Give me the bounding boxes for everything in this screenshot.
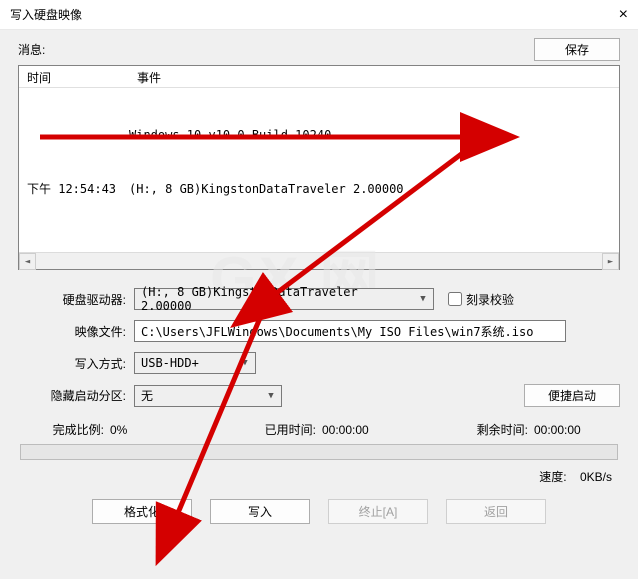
- chevron-down-icon: ▼: [235, 353, 255, 373]
- save-button[interactable]: 保存: [534, 38, 620, 61]
- speed-label: 速度:: [539, 470, 566, 484]
- col-event-header: 事件: [129, 66, 169, 87]
- hidden-boot-label: 隐藏启动分区:: [18, 387, 134, 404]
- format-button[interactable]: 格式化: [92, 499, 192, 524]
- col-time-header: 时间: [19, 66, 129, 87]
- write-button[interactable]: 写入: [210, 499, 310, 524]
- drive-label: 硬盘驱动器:: [18, 291, 134, 308]
- scroll-left-icon[interactable]: ◄: [19, 253, 36, 270]
- abort-button[interactable]: 终止[A]: [328, 499, 428, 524]
- quick-boot-button[interactable]: 便捷启动: [524, 384, 620, 407]
- message-log: 时间 事件 Windows 10 v10.0 Build 10240 下午 12…: [18, 65, 620, 270]
- chevron-down-icon: ▼: [413, 289, 433, 309]
- remain-value: 00:00:00: [534, 423, 581, 437]
- elapsed-label: 已用时间:: [230, 421, 322, 438]
- drive-select[interactable]: (H:, 8 GB)KingstonDataTraveler 2.00000 ▼: [134, 288, 434, 310]
- write-mode-label: 写入方式:: [18, 355, 134, 372]
- scroll-right-icon[interactable]: ►: [602, 253, 619, 270]
- remain-label: 剩余时间:: [442, 421, 534, 438]
- window-title: 写入硬盘映像: [10, 0, 82, 30]
- close-icon[interactable]: ×: [588, 0, 628, 30]
- write-mode-select[interactable]: USB-HDD+ ▼: [134, 352, 256, 374]
- burn-verify-checkbox[interactable]: 刻录校验: [444, 289, 514, 309]
- hidden-boot-select[interactable]: 无 ▼: [134, 385, 282, 407]
- image-file-label: 映像文件:: [18, 323, 134, 340]
- done-label: 完成比例:: [18, 421, 110, 438]
- log-row: Windows 10 v10.0 Build 10240: [27, 126, 611, 144]
- info-label: 消息:: [18, 41, 45, 58]
- log-row: 下午 12:54:43 (H:, 8 GB)KingstonDataTravel…: [27, 180, 611, 198]
- chevron-down-icon: ▼: [261, 386, 281, 406]
- done-value: 0%: [110, 423, 230, 437]
- back-button[interactable]: 返回: [446, 499, 546, 524]
- h-scrollbar[interactable]: ◄ ►: [19, 252, 619, 269]
- progress-bar: [20, 444, 618, 460]
- elapsed-value: 00:00:00: [322, 423, 442, 437]
- image-file-field[interactable]: [134, 320, 566, 342]
- speed-value: 0KB/s: [580, 470, 612, 484]
